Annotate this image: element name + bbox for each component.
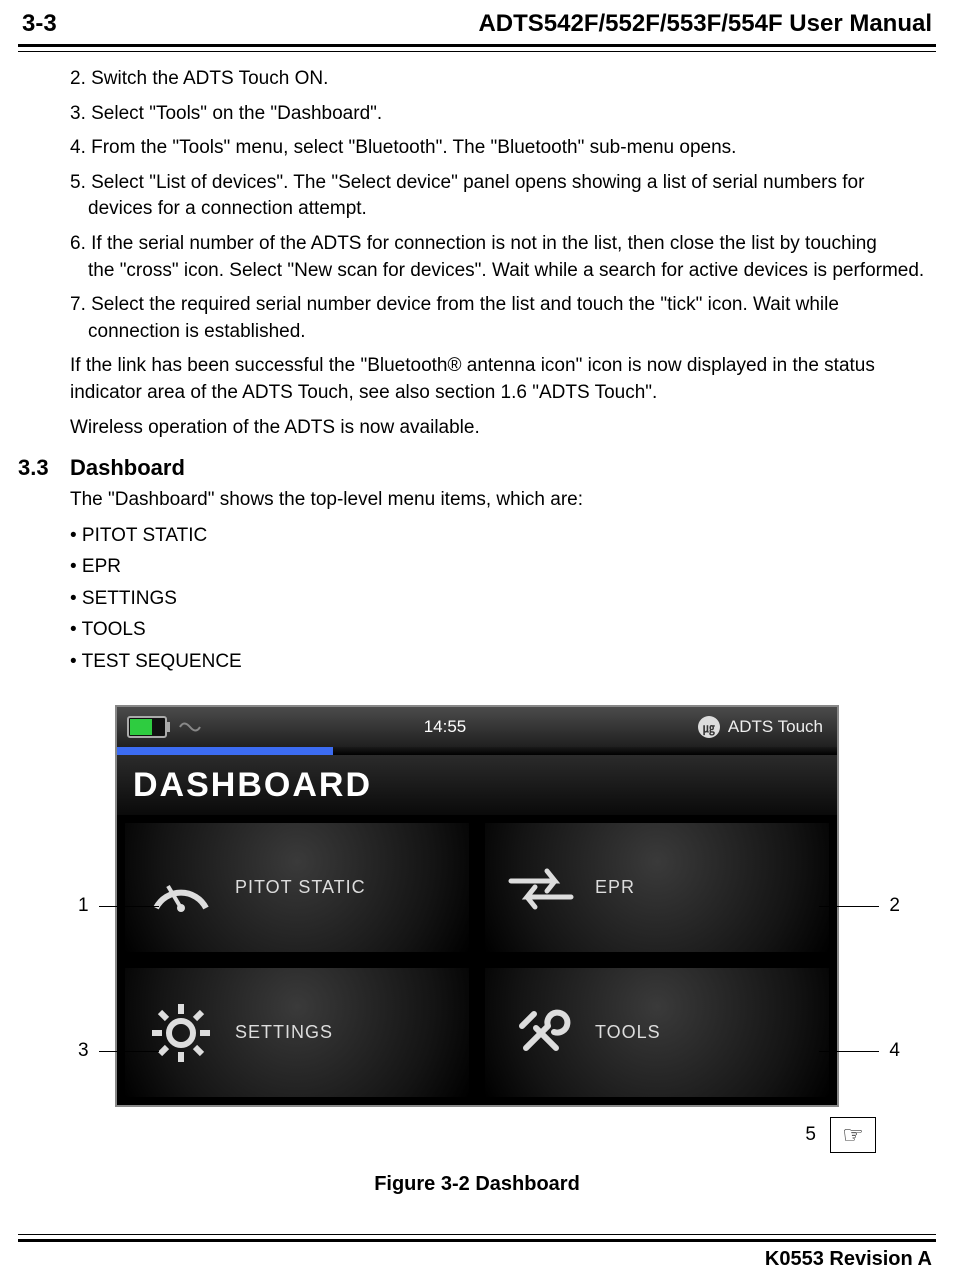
ge-logo-icon: ㎍	[698, 716, 720, 738]
bullet-item: • EPR	[70, 553, 936, 581]
brand-label: ADTS Touch	[728, 717, 823, 737]
battery-indicator	[117, 716, 177, 738]
step-7: 7. Select the required serial number dev…	[70, 292, 926, 345]
footer-rule	[18, 1234, 936, 1242]
step-text: 3. Select "Tools" on the "Dashboard".	[70, 103, 382, 124]
step-text: 2. Switch the ADTS Touch ON.	[70, 68, 328, 89]
step-cont: connection is established.	[70, 319, 926, 346]
link-icon	[177, 718, 217, 736]
step-cont: the "cross" icon. Select "New scan for d…	[70, 258, 926, 285]
brand-area: ㎍ ADTS Touch	[673, 716, 837, 738]
step-cont: devices for a connection attempt.	[70, 196, 926, 223]
section-title: Dashboard	[70, 455, 185, 481]
header-rule	[18, 44, 936, 52]
callout-num: 4	[889, 1040, 900, 1062]
page-number: 3-3	[22, 10, 57, 38]
tile-tools[interactable]: TOOLS	[477, 960, 837, 1105]
step-text: 4. From the "Tools" menu, select "Blueto…	[70, 137, 736, 158]
section-heading: 3.3 Dashboard	[18, 455, 936, 481]
bullet-item: • PITOT STATIC	[70, 522, 936, 550]
step-4: 4. From the "Tools" menu, select "Blueto…	[70, 135, 926, 162]
manual-title: ADTS542F/552F/553F/554F User Manual	[478, 10, 932, 38]
tile-label: TOOLS	[595, 1022, 661, 1043]
tile-label: PITOT STATIC	[235, 877, 366, 898]
step-6: 6. If the serial number of the ADTS for …	[70, 231, 926, 284]
bullet-list: • PITOT STATIC • EPR • SETTINGS • TOOLS …	[70, 522, 936, 676]
dashboard-tiles: PITOT STATIC EPR SETTINGS TOOLS	[117, 815, 837, 1105]
dashboard-title: DASHBOARD	[133, 766, 372, 805]
adts-touch-screenshot: 14:55 ㎍ ADTS Touch DASHBOARD PITOT STATI…	[115, 705, 839, 1107]
gear-icon	[145, 997, 217, 1069]
step-2: 2. Switch the ADTS Touch ON.	[70, 66, 926, 93]
section-number: 3.3	[18, 455, 70, 481]
clock: 14:55	[217, 717, 673, 737]
dashboard-title-bar: DASHBOARD	[117, 755, 837, 815]
gauge-icon	[145, 852, 217, 924]
tools-icon	[505, 997, 577, 1069]
tile-pitot-static[interactable]: PITOT STATIC	[117, 815, 477, 960]
pointing-hand-icon: ☞	[830, 1117, 876, 1153]
figure-3-2: 14:55 ㎍ ADTS Touch DASHBOARD PITOT STATI…	[18, 705, 936, 1196]
step-3: 3. Select "Tools" on the "Dashboard".	[70, 101, 926, 128]
callout-num: 1	[78, 895, 89, 917]
step-text: 5. Select "List of devices". The "Select…	[70, 172, 864, 193]
epr-icon	[505, 852, 577, 924]
callout-num: 3	[78, 1040, 89, 1062]
section-intro: The "Dashboard" shows the top-level menu…	[70, 487, 926, 514]
progress-bar	[117, 747, 837, 755]
tile-settings[interactable]: SETTINGS	[117, 960, 477, 1105]
callout-5-row: 5 ☞	[18, 1117, 876, 1153]
callout-num: 2	[889, 895, 900, 917]
page-footer: K0553 Revision A	[18, 1242, 936, 1271]
step-text: 6. If the serial number of the ADTS for …	[70, 233, 877, 254]
bullet-item: • SETTINGS	[70, 585, 936, 613]
bullet-item: • TOOLS	[70, 616, 936, 644]
procedure-steps: 2. Switch the ADTS Touch ON. 3. Select "…	[70, 66, 926, 441]
callout-num: 5	[805, 1124, 816, 1146]
availability-paragraph: Wireless operation of the ADTS is now av…	[70, 415, 926, 442]
result-paragraph: If the link has been successful the "Blu…	[70, 353, 926, 406]
page-header: 3-3 ADTS542F/552F/553F/554F User Manual	[18, 10, 936, 44]
status-bar: 14:55 ㎍ ADTS Touch	[117, 707, 837, 747]
bullet-item: • TEST SEQUENCE	[70, 648, 936, 676]
tile-label: EPR	[595, 877, 635, 898]
battery-icon	[127, 716, 167, 738]
figure-caption: Figure 3-2 Dashboard	[18, 1173, 936, 1196]
step-text: 7. Select the required serial number dev…	[70, 294, 839, 315]
step-5: 5. Select "List of devices". The "Select…	[70, 170, 926, 223]
tile-epr[interactable]: EPR	[477, 815, 837, 960]
revision-label: K0553 Revision A	[765, 1248, 932, 1271]
tile-label: SETTINGS	[235, 1022, 333, 1043]
